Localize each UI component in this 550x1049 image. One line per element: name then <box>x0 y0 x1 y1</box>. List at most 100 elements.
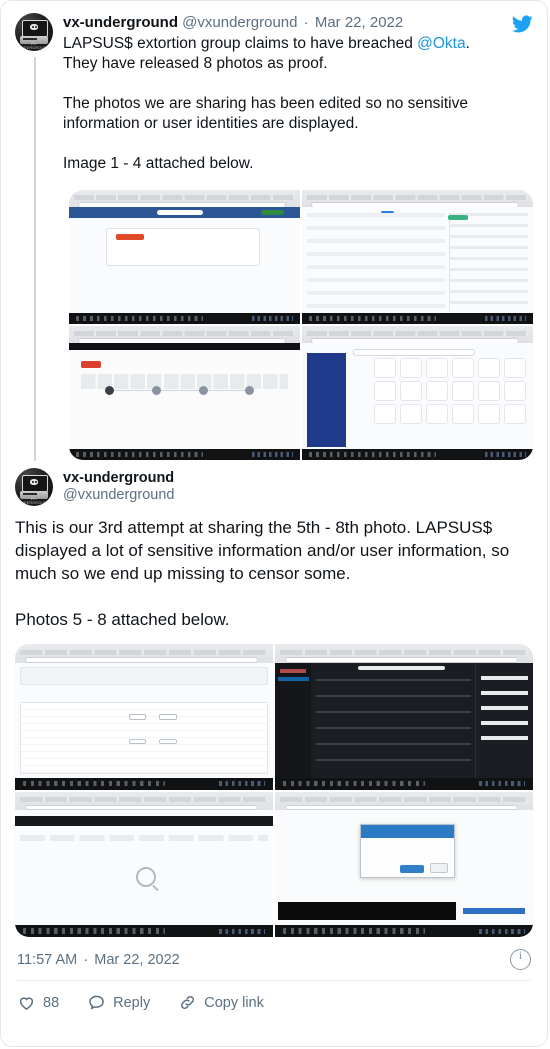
row-action-button <box>128 713 146 720</box>
tweet2-media-item-6[interactable] <box>275 644 533 790</box>
tweet-text-part-1: LAPSUS$ extortion group claims to have b… <box>63 35 418 52</box>
os-taskbar <box>275 925 533 937</box>
quoted-author-handle[interactable]: @vxunderground <box>63 487 174 504</box>
chat-workspace-badge <box>280 668 306 674</box>
okta-app-tile <box>504 404 527 425</box>
data-table <box>20 702 268 774</box>
chat-active-channel <box>277 677 309 682</box>
avatar-2[interactable]: VX-UNDERGROUND <box>15 468 53 506</box>
dialog-titlebar <box>361 824 454 839</box>
reply-label: Reply <box>113 994 151 1011</box>
link-icon <box>181 995 195 1010</box>
avatar-caption: VX-UNDERGROUND <box>18 497 50 505</box>
reply-action[interactable]: Reply <box>87 993 150 1012</box>
okta-app-tile <box>451 381 474 402</box>
dialog-cancel-button <box>429 863 449 873</box>
okta-sidebar <box>306 352 346 447</box>
filter-panel <box>20 667 268 686</box>
copy-link-action[interactable]: Copy link <box>178 993 264 1012</box>
jira-detail-panel <box>448 212 529 311</box>
avatar-floppy-slot <box>23 38 37 40</box>
jira-status-badge <box>447 215 469 220</box>
tweet2-media-item-7[interactable] <box>15 791 273 937</box>
info-circle-icon[interactable] <box>510 948 531 970</box>
tweet-actions-bar: 88 Reply Copy link <box>1 981 547 1012</box>
meta-separator: · <box>303 14 309 31</box>
screenshot-sso-login-portal <box>69 190 300 324</box>
stepper-dot-1 <box>105 386 115 396</box>
like-action[interactable]: 88 <box>17 993 59 1012</box>
author-display-name[interactable]: vx-underground <box>63 14 178 31</box>
okta-app-tile <box>425 404 448 425</box>
screenshot-confirmation-dialog <box>275 791 533 937</box>
quoted-author-display-name[interactable]: vx-underground <box>63 470 174 487</box>
console-window <box>277 902 456 920</box>
okta-app-tile <box>477 404 500 425</box>
os-taskbar <box>302 313 533 324</box>
page-blue-navbar <box>69 207 300 219</box>
copy-link-label: Copy link <box>204 994 264 1011</box>
stepper-connector <box>107 390 254 392</box>
okta-app-tile <box>373 404 396 425</box>
tweet1-media-item-1[interactable] <box>69 190 300 324</box>
tweet-text-part-2: . They have released 8 photos as proof. … <box>63 35 470 172</box>
dialog-confirm-button <box>400 865 425 873</box>
author-handle[interactable]: @vxunderground <box>182 14 297 31</box>
chat-redacted-blocks <box>481 676 528 746</box>
tweet-time[interactable]: 11:57 AM <box>17 952 77 968</box>
tweet1-media-item-4[interactable] <box>302 326 533 460</box>
page-dark-header <box>69 343 300 351</box>
screenshot-dark-chat-channel <box>275 644 533 790</box>
quoted-author-block: vx-underground @vxunderground <box>63 470 174 504</box>
reply-icon <box>89 995 104 1010</box>
os-taskbar <box>15 925 273 937</box>
tweet-date[interactable]: Mar 22, 2022 <box>315 14 403 31</box>
tweet-header-text: vx-underground @vxunderground · Mar 22, … <box>63 13 533 174</box>
browser-tabstrip <box>73 195 296 201</box>
tweet2-media-grid <box>15 644 533 937</box>
brand-logo <box>80 360 102 368</box>
tweet1-media-item-2[interactable] <box>302 190 533 324</box>
tweet1-media-grid <box>69 190 533 460</box>
os-taskbar <box>275 777 533 790</box>
os-taskbar <box>69 449 300 460</box>
stepper-dot-2 <box>151 386 161 396</box>
browser-tabstrip <box>20 649 268 655</box>
chat-message-lines <box>316 678 472 773</box>
screenshot-internal-portal-wizard <box>69 326 300 460</box>
os-taskbar <box>69 313 300 324</box>
author-line: vx-underground @vxunderground · Mar 22, … <box>63 13 499 32</box>
login-card <box>105 227 261 266</box>
quoted-tweet-header: VX-UNDERGROUND vx-underground @vxundergr… <box>1 460 547 506</box>
avatar[interactable]: VX-UNDERGROUND <box>15 13 53 51</box>
tweet-body-text: LAPSUS$ extortion group claims to have b… <box>63 34 499 174</box>
twitter-bird-icon[interactable] <box>511 13 533 35</box>
row-action-button <box>159 738 177 745</box>
okta-search-field <box>352 349 475 356</box>
os-taskbar <box>302 449 533 460</box>
magnifier-icon <box>136 867 157 888</box>
okta-app-tile <box>504 381 527 402</box>
progress-stepper <box>83 386 286 407</box>
tweet1-media-item-3[interactable] <box>69 326 300 460</box>
avatar-skull-eye-left <box>31 480 34 483</box>
tweet2-media-item-8[interactable] <box>275 791 533 937</box>
mention-link-okta[interactable]: @Okta <box>417 35 465 52</box>
stepper-dot-3 <box>198 386 208 396</box>
okta-app-tile <box>373 381 396 402</box>
screenshot-jira-ticket-view <box>302 190 533 324</box>
timestamp-text: 11:57 AM · Mar 22, 2022 <box>17 951 180 968</box>
avatar-skull-eye-right <box>35 480 37 483</box>
modal-dialog <box>360 823 455 878</box>
avatar-floppy-slot <box>23 493 37 495</box>
os-taskbar <box>15 777 273 790</box>
screenshot-empty-search-results <box>15 791 273 937</box>
okta-app-tile <box>451 358 474 379</box>
tweet2-media-item-5[interactable] <box>15 644 273 790</box>
tweet-footer-date[interactable]: Mar 22, 2022 <box>94 952 179 968</box>
okta-app-tile <box>373 358 396 379</box>
browser-tabstrip <box>306 195 529 201</box>
selected-text-highlight <box>463 907 526 914</box>
chat-search-pill <box>357 665 446 670</box>
like-count: 88 <box>43 994 60 1011</box>
